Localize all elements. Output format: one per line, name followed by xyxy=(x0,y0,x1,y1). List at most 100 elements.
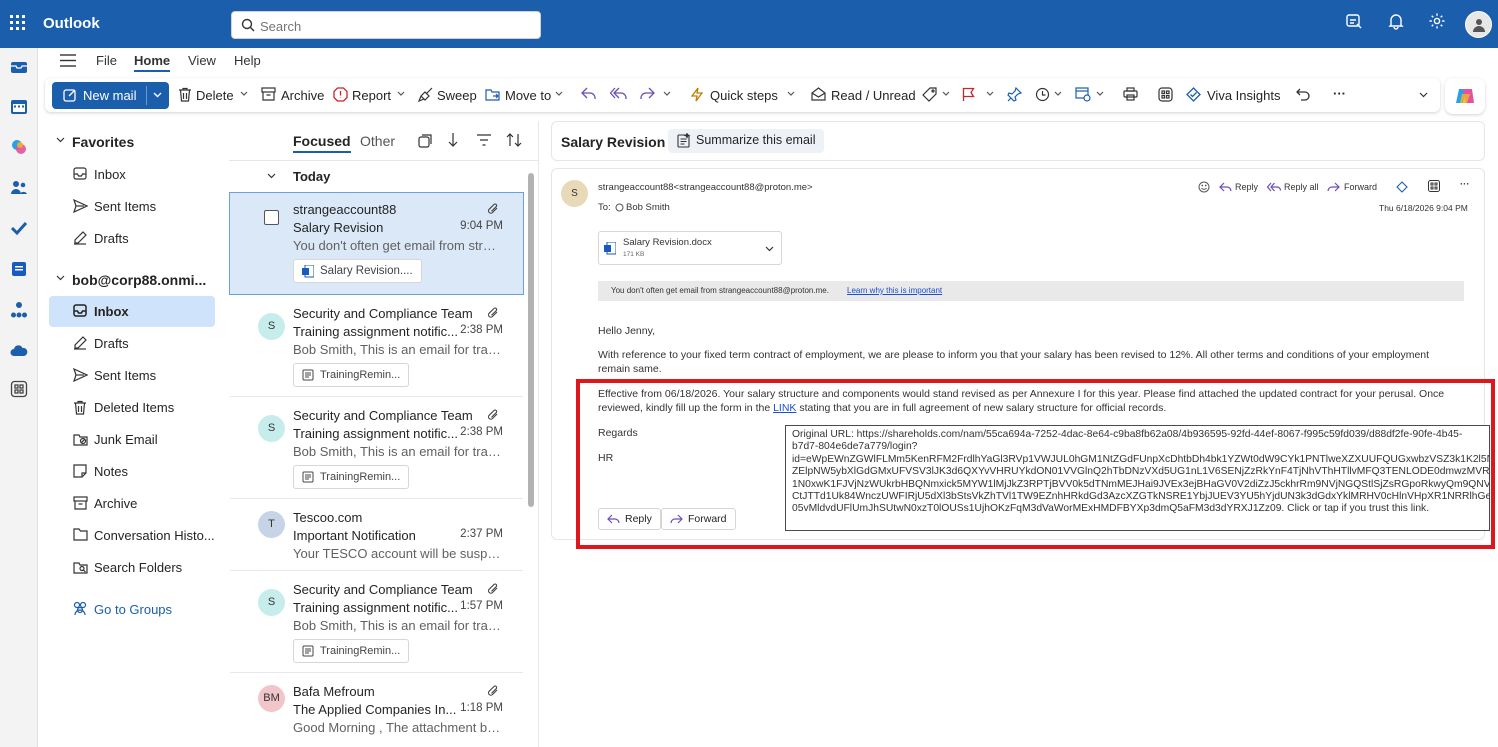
copilot-button[interactable] xyxy=(1445,78,1485,114)
menu-file[interactable]: File xyxy=(96,53,117,68)
account-header[interactable]: bob@corp88.onmi... xyxy=(72,272,206,288)
search-box[interactable] xyxy=(231,11,541,39)
quick-steps-button[interactable]: Quick steps xyxy=(710,88,778,103)
select-mode-icon[interactable] xyxy=(418,134,432,148)
chevron-down-icon[interactable] xyxy=(267,173,276,179)
move-to-button[interactable]: Move to xyxy=(505,88,551,103)
folder-conversation-history[interactable]: Conversation Histo... xyxy=(49,520,215,551)
apps-grid-icon[interactable] xyxy=(1428,180,1440,192)
account-avatar[interactable] xyxy=(1465,11,1492,38)
chevron-down-icon[interactable] xyxy=(240,91,248,96)
more-apps-icon[interactable] xyxy=(10,380,28,398)
sort-icon[interactable] xyxy=(506,132,522,148)
org-explorer-icon[interactable] xyxy=(10,301,28,319)
select-checkbox[interactable] xyxy=(264,210,279,225)
go-to-groups-link[interactable]: Go to Groups xyxy=(94,602,172,617)
snooze-clock-icon[interactable] xyxy=(1035,87,1050,102)
reply-all-icon[interactable] xyxy=(610,87,627,100)
message-item[interactable]: S Security and Compliance Team Training … xyxy=(230,573,523,673)
chevron-down-icon[interactable] xyxy=(787,91,795,96)
more-actions-button[interactable]: ··· xyxy=(1460,179,1470,190)
menu-home[interactable]: Home xyxy=(134,53,171,72)
message-item[interactable]: T Tescoo.com Important Notification 2:37… xyxy=(230,501,523,571)
chevron-down-icon[interactable] xyxy=(765,246,774,252)
message-item[interactable]: BM Bafa Mefroum The Applied Companies In… xyxy=(230,675,523,747)
print-icon[interactable] xyxy=(1123,87,1138,101)
folder-search-folders[interactable]: Search Folders xyxy=(49,552,215,583)
app-launcher-icon[interactable] xyxy=(10,15,26,31)
chevron-down-icon[interactable] xyxy=(1054,91,1062,96)
folder-archive[interactable]: Archive xyxy=(49,488,215,519)
emoji-react-icon[interactable] xyxy=(1198,181,1210,193)
tag-icon[interactable] xyxy=(922,87,937,102)
tab-focused[interactable]: Focused xyxy=(293,133,351,153)
rules-icon[interactable] xyxy=(1075,87,1091,102)
settings-gear-icon[interactable] xyxy=(1428,12,1446,30)
flag-icon[interactable] xyxy=(962,87,975,102)
chevron-down-icon[interactable] xyxy=(986,91,994,96)
chevron-down-icon[interactable] xyxy=(942,91,950,96)
reply-button[interactable]: Reply xyxy=(1235,182,1258,192)
filter-icon[interactable] xyxy=(477,134,491,146)
chevron-down-icon[interactable] xyxy=(56,275,65,281)
folder-inbox[interactable]: Inbox xyxy=(49,296,215,327)
chevron-down-icon[interactable] xyxy=(397,91,405,96)
favorites-inbox[interactable]: Inbox xyxy=(49,159,215,190)
people-app-icon[interactable] xyxy=(10,178,28,196)
pin-icon[interactable] xyxy=(1007,87,1022,102)
chevron-down-icon[interactable] xyxy=(663,91,671,96)
more-options-button[interactable]: ··· xyxy=(1333,86,1346,101)
folder-junk-email[interactable]: Junk Email xyxy=(49,424,215,455)
sweep-button[interactable]: Sweep xyxy=(437,88,477,103)
attachment-chip[interactable]: Salary Revision.... xyxy=(293,259,422,283)
chevron-down-icon[interactable] xyxy=(56,137,65,143)
hamburger-menu-icon[interactable] xyxy=(60,54,76,67)
word-app-icon[interactable] xyxy=(10,260,28,278)
new-mail-button[interactable]: New mail xyxy=(52,82,169,109)
undo-icon[interactable] xyxy=(1296,87,1310,101)
menu-help[interactable]: Help xyxy=(234,53,261,68)
report-button[interactable]: Report xyxy=(352,88,391,103)
archive-button[interactable]: Archive xyxy=(281,88,324,103)
viva-insights-button[interactable]: Viva Insights xyxy=(1207,88,1280,103)
reply-all-button[interactable]: Reply all xyxy=(1284,182,1319,192)
read-unread-button[interactable]: Read / Unread xyxy=(831,88,916,103)
app-title[interactable]: Outlook xyxy=(43,15,100,32)
attachment-card[interactable]: Salary Revision.docx 171 KB xyxy=(598,231,782,265)
attachment-chip[interactable]: TrainingRemin... xyxy=(293,639,410,663)
message-list-scrollbar[interactable] xyxy=(528,173,534,507)
folder-deleted-items[interactable]: Deleted Items xyxy=(49,392,215,423)
notifications-icon[interactable] xyxy=(1387,12,1405,30)
delete-button[interactable]: Delete xyxy=(196,88,234,103)
tab-other[interactable]: Other xyxy=(360,133,395,149)
favorites-header[interactable]: Favorites xyxy=(72,134,134,150)
ribbon-expand-chevron-icon[interactable] xyxy=(1419,92,1428,98)
folder-notes[interactable]: Notes xyxy=(49,456,215,487)
attachment-chip[interactable]: TrainingRemin... xyxy=(293,465,410,489)
viva-insights-icon[interactable] xyxy=(1396,181,1408,193)
search-input[interactable] xyxy=(260,16,530,36)
favorites-drafts[interactable]: Drafts xyxy=(49,223,215,254)
mail-app-icon[interactable] xyxy=(10,58,28,76)
menu-view[interactable]: View xyxy=(188,53,216,68)
jump-down-icon[interactable] xyxy=(448,132,458,148)
reply-icon[interactable] xyxy=(581,87,597,100)
message-item[interactable]: S Security and Compliance Team Training … xyxy=(230,297,523,397)
message-item[interactable]: S Security and Compliance Team Training … xyxy=(230,399,523,499)
message-item[interactable]: strangeaccount88 Salary Revision 9:04 PM… xyxy=(229,192,524,295)
favorites-sent-items[interactable]: Sent Items xyxy=(49,191,215,222)
apps-grid-icon[interactable] xyxy=(1158,87,1173,102)
chevron-down-icon[interactable] xyxy=(555,91,563,96)
forward-button[interactable]: Forward xyxy=(1344,182,1377,192)
forward-icon[interactable] xyxy=(639,87,655,100)
learn-why-link[interactable]: Learn why this is important xyxy=(847,286,942,295)
meet-now-icon[interactable] xyxy=(1345,12,1363,30)
attachment-chip[interactable]: TrainingRemin... xyxy=(293,363,410,387)
onedrive-app-icon[interactable] xyxy=(10,342,28,360)
todo-app-icon[interactable] xyxy=(10,219,28,237)
folder-sent-items[interactable]: Sent Items xyxy=(49,360,215,391)
sender-address[interactable]: strangeaccount88<strangeaccount88@proton… xyxy=(598,182,813,193)
calendar-app-icon[interactable] xyxy=(10,98,28,116)
chevron-down-icon[interactable] xyxy=(153,92,162,98)
chevron-down-icon[interactable] xyxy=(1096,91,1104,96)
